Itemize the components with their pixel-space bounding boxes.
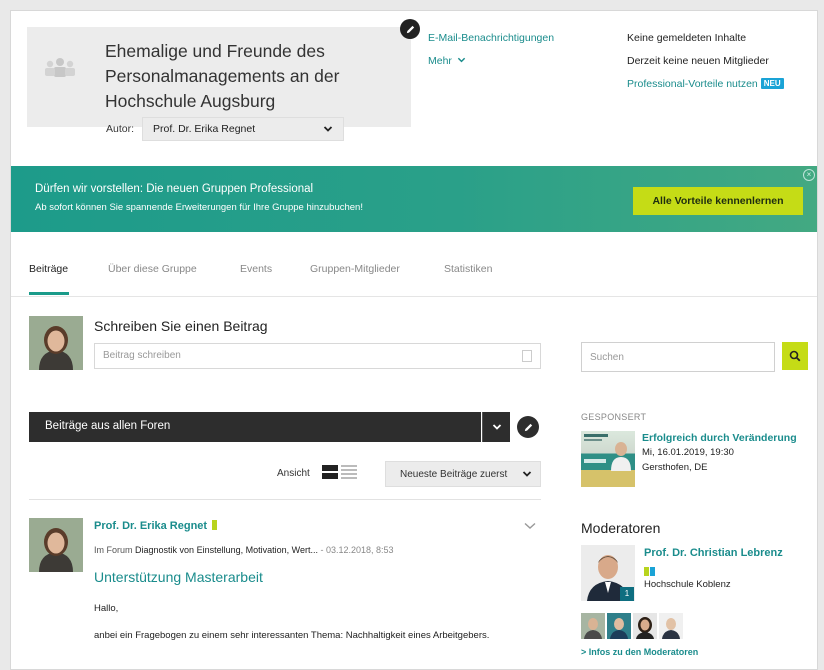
composer-title: Schreiben Sie einen Beitrag	[94, 318, 268, 334]
search-icon	[789, 350, 801, 362]
moderator-thumbnail[interactable]	[607, 613, 631, 639]
sponsored-label: GESPONSERT	[581, 412, 647, 422]
post-author-avatar[interactable]	[29, 518, 83, 572]
post-input-placeholder: Beitrag schreiben	[103, 350, 181, 361]
forum-filter-select[interactable]: Beiträge aus allen Foren	[29, 412, 481, 442]
new-badge: NEU	[760, 78, 784, 89]
forum-filter-toggle[interactable]	[482, 412, 510, 442]
chevron-down-icon[interactable]	[523, 521, 537, 531]
tab-statistics[interactable]: Statistiken	[444, 263, 492, 275]
group-header: Ehemalige und Freunde des Personalmanage…	[27, 27, 411, 127]
all-benefits-button[interactable]: Alle Vorteile kennenlernen	[633, 187, 803, 215]
active-tab-indicator	[29, 292, 69, 295]
tab-about[interactable]: Über diese Gruppe	[108, 263, 197, 275]
post-title[interactable]: Unterstützung Masterarbeit	[94, 569, 263, 585]
moderators-heading: Moderatoren	[581, 520, 661, 536]
professional-link[interactable]: Professional-Vorteile nutzen	[627, 78, 758, 90]
banner-title: Dürfen wir vorstellen: Die neuen Gruppen…	[35, 183, 314, 195]
close-icon[interactable]: ×	[803, 169, 815, 181]
moderator-thumbnail[interactable]	[633, 613, 657, 639]
post-author-link[interactable]: Prof. Dr. Erika Regnet	[94, 520, 207, 532]
sponsored-event-date: Mi, 16.01.2019, 19:30	[642, 447, 734, 458]
moderator-rank-badge: 1	[620, 587, 634, 601]
sort-select[interactable]: Neueste Beiträge zuerst	[385, 461, 541, 487]
edit-group-button[interactable]	[400, 19, 420, 39]
moderators-info-label: Infos zu den Moderatoren	[588, 647, 699, 657]
pencil-icon	[406, 25, 414, 33]
document-icon	[522, 350, 532, 362]
chevron-down-icon	[323, 126, 333, 132]
post-meta: Im Forum Diagnostik von Einstellung, Mot…	[94, 545, 394, 555]
chevron-down-icon	[522, 471, 532, 477]
pencil-icon	[524, 423, 532, 431]
chevron-down-icon	[457, 57, 466, 63]
group-title: Ehemalige und Freunde des Personalmanage…	[105, 41, 340, 111]
more-link[interactable]: Mehr	[428, 55, 466, 67]
post-author-name[interactable]: Prof. Dr. Erika Regnet	[94, 520, 218, 532]
page-frame: Ehemalige und Freunde des Personalmanage…	[10, 10, 818, 670]
no-reported-content: Keine gemeldeten Inhalte	[627, 32, 747, 44]
more-link-label: Mehr	[428, 55, 452, 67]
sponsored-event-location: Gersthofen, DE	[642, 462, 708, 473]
tab-events[interactable]: Events	[240, 263, 272, 275]
sort-select-value: Neueste Beiträge zuerst	[400, 469, 508, 480]
author-select[interactable]: Prof. Dr. Erika Regnet	[142, 117, 344, 141]
post-forum-link[interactable]: Diagnostik von Einstellung, Motivation, …	[135, 545, 318, 555]
professional-row: Professional-Vorteile nutzen NEU	[627, 78, 784, 90]
divider	[29, 499, 541, 500]
view-toggle[interactable]	[322, 462, 358, 482]
chevron-down-icon	[492, 424, 501, 430]
author-label: Autor:	[106, 123, 135, 135]
group-tabs: Beiträge Über diese Gruppe Events Gruppe…	[11, 233, 817, 297]
professional-banner: Dürfen wir vorstellen: Die neuen Gruppen…	[11, 166, 817, 232]
moderators-info-link[interactable]: > Infos zu den Moderatoren	[581, 647, 698, 657]
banner-subtitle: Ab sofort können Sie spannende Erweiteru…	[35, 202, 363, 213]
moderator-name[interactable]: Prof. Dr. Christian Lebrenz	[644, 547, 783, 559]
post-date: - 03.12.2018, 8:53	[320, 545, 394, 555]
post-greeting: Hallo,	[94, 603, 119, 614]
membership-badge	[212, 520, 218, 530]
post-input[interactable]: Beitrag schreiben	[94, 343, 541, 369]
moderator-thumbnail[interactable]	[659, 613, 683, 639]
tab-posts[interactable]: Beiträge	[29, 263, 68, 275]
author-select-value: Prof. Dr. Erika Regnet	[153, 123, 256, 135]
group-icon	[45, 58, 75, 77]
search-placeholder: Suchen	[590, 352, 624, 363]
post-meta-prefix: Im Forum	[94, 545, 133, 555]
moderator-organization: Hochschule Koblenz	[644, 579, 731, 590]
sponsored-event-title[interactable]: Erfolgreich durch Veränderung	[642, 432, 797, 444]
post-body: anbei ein Fragebogen zu einem sehr inter…	[94, 630, 490, 641]
chevron-right-icon: >	[581, 647, 589, 657]
avatar	[29, 316, 83, 370]
tab-members[interactable]: Gruppen-Mitglieder	[310, 263, 400, 275]
moderator-thumbnails	[581, 613, 683, 639]
search-button[interactable]	[782, 342, 808, 370]
view-label: Ansicht	[277, 468, 310, 479]
search-input[interactable]: Suchen	[581, 342, 775, 372]
email-notifications-link[interactable]: E-Mail-Benachrichtigungen	[428, 32, 554, 44]
sponsored-image[interactable]	[581, 431, 635, 487]
no-new-members: Derzeit keine neuen Mitglieder	[627, 55, 769, 67]
moderator-thumbnail[interactable]	[581, 613, 605, 639]
edit-forums-button[interactable]	[517, 416, 539, 438]
list-view-icon	[322, 465, 357, 479]
